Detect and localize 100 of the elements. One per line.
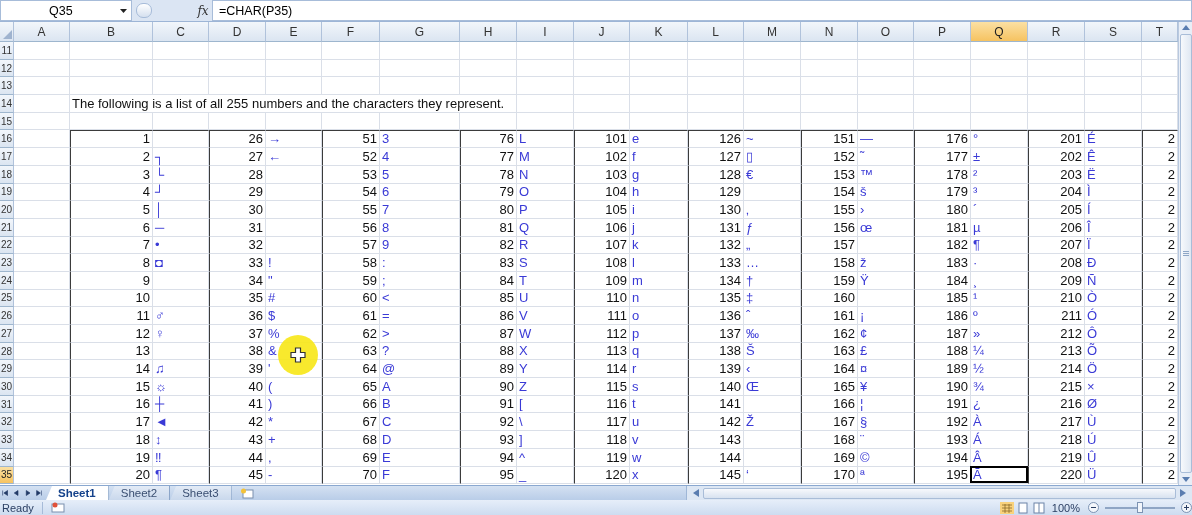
previous-sheet-icon[interactable] [13,489,20,497]
page-break-preview-icon[interactable] [1031,501,1046,514]
character-cell: Y [517,360,574,379]
column-header[interactable]: P [914,22,971,42]
character-cell: Š [744,342,801,361]
empty-cell [1028,77,1085,96]
row-header[interactable]: 33 [0,431,14,449]
character-cell: ◘ [153,254,209,272]
character-cell: ´ [971,201,1028,219]
column-header[interactable]: A [14,22,70,42]
row-header[interactable]: 30 [0,378,14,396]
row-header[interactable]: 23 [0,254,14,272]
number-cell: 131 [688,218,744,237]
empty-cell [1085,42,1142,60]
column-header[interactable]: D [209,22,266,42]
character-cell: Ó [1085,307,1142,325]
zoom-out-icon[interactable] [1088,502,1099,513]
normal-view-icon[interactable] [999,501,1014,514]
sheet-tab[interactable]: Sheet1 [46,486,109,500]
column-header[interactable]: M [744,22,801,42]
character-cell: Á [971,431,1028,449]
page-layout-icon[interactable] [1015,501,1030,514]
zoom-slider-thumb[interactable] [1137,501,1143,513]
row-header[interactable]: 26 [0,307,14,325]
splitter-handle[interactable] [136,3,152,18]
column-header[interactable]: K [630,22,688,42]
character-cell: ┐ [153,148,209,166]
column-header[interactable]: G [380,22,460,42]
name-box[interactable]: Q35 [0,0,132,21]
character-cell: s [630,378,688,396]
status-text: Ready [0,501,43,514]
empty-cell [858,289,914,308]
empty-cell [858,95,914,113]
column-header[interactable]: Q [971,22,1028,42]
first-sheet-icon[interactable] [2,489,9,497]
row-header[interactable]: 13 [0,77,14,96]
zoom-in-icon[interactable] [1181,502,1192,513]
column-header[interactable]: F [322,22,380,42]
column-header[interactable]: I [517,22,574,42]
character-cell: p [630,325,688,343]
dropdown-caret-icon[interactable] [120,8,127,13]
character-cell: O [517,183,574,202]
row-header[interactable]: 29 [0,360,14,379]
row-header[interactable]: 11 [0,42,14,60]
empty-cell [266,165,322,184]
number-cell: 130 [688,201,744,219]
row-header[interactable]: 27 [0,325,14,343]
row-header[interactable]: 20 [0,201,14,219]
zoom-level[interactable]: 100% [1051,501,1080,514]
empty-cell [209,42,266,60]
scroll-right-icon[interactable] [1180,489,1186,497]
character-cell: C [380,413,460,432]
character-cell: — [858,130,914,149]
character-cell: ¶ [153,466,209,485]
number-cell: 15 [70,378,153,396]
last-sheet-icon[interactable] [35,489,42,497]
empty-cell [574,95,630,113]
character-cell: ┘ [153,183,209,202]
empty-cell [744,448,801,467]
number-cell: 184 [914,271,971,290]
insert-function-button[interactable]: fx [194,3,212,18]
number-cell: 7 [70,236,153,255]
character-cell: Û [1085,448,1142,467]
row-header[interactable]: 17 [0,148,14,166]
row-header[interactable]: 32 [0,413,14,432]
character-cell: Ô [1085,325,1142,343]
sheet-tab[interactable]: Sheet3 [170,486,232,500]
character-cell: ) [266,395,322,414]
formula-field[interactable]: =CHAR(P35) [212,0,1192,21]
column-header[interactable]: R [1028,22,1085,42]
empty-cell [1028,95,1085,113]
character-cell: > [380,325,460,343]
character-cell: L [517,130,574,149]
column-header[interactable]: B [70,22,153,42]
column-header[interactable]: E [266,22,322,42]
row-header[interactable]: 16 [0,130,14,149]
column-header[interactable]: L [688,22,744,42]
character-cell: [ [517,395,574,414]
column-header[interactable]: C [153,22,209,42]
column-header[interactable]: T [1142,22,1178,42]
column-header[interactable]: H [460,22,517,42]
scroll-left-icon[interactable] [692,489,699,497]
character-cell: U [517,289,574,308]
next-sheet-icon[interactable] [24,489,31,497]
character-cell: ¢ [858,325,914,343]
select-all-button[interactable] [0,22,14,42]
horizontal-scrollbar[interactable] [685,486,1192,500]
insert-sheet-icon[interactable] [239,487,254,499]
column-header[interactable]: N [801,22,858,42]
scroll-thumb[interactable] [702,487,1176,499]
column-header[interactable]: S [1085,22,1142,42]
number-cell: 26 [209,130,266,149]
row-header[interactable]: 14 [0,95,14,113]
column-header[interactable]: J [574,22,630,42]
character-cell: ¸ [971,271,1028,290]
character-cell: š [858,183,914,202]
empty-cell [971,42,1028,60]
record-macro-icon[interactable] [50,502,65,513]
sheet-tab[interactable]: Sheet2 [108,486,171,500]
column-header[interactable]: O [858,22,914,42]
